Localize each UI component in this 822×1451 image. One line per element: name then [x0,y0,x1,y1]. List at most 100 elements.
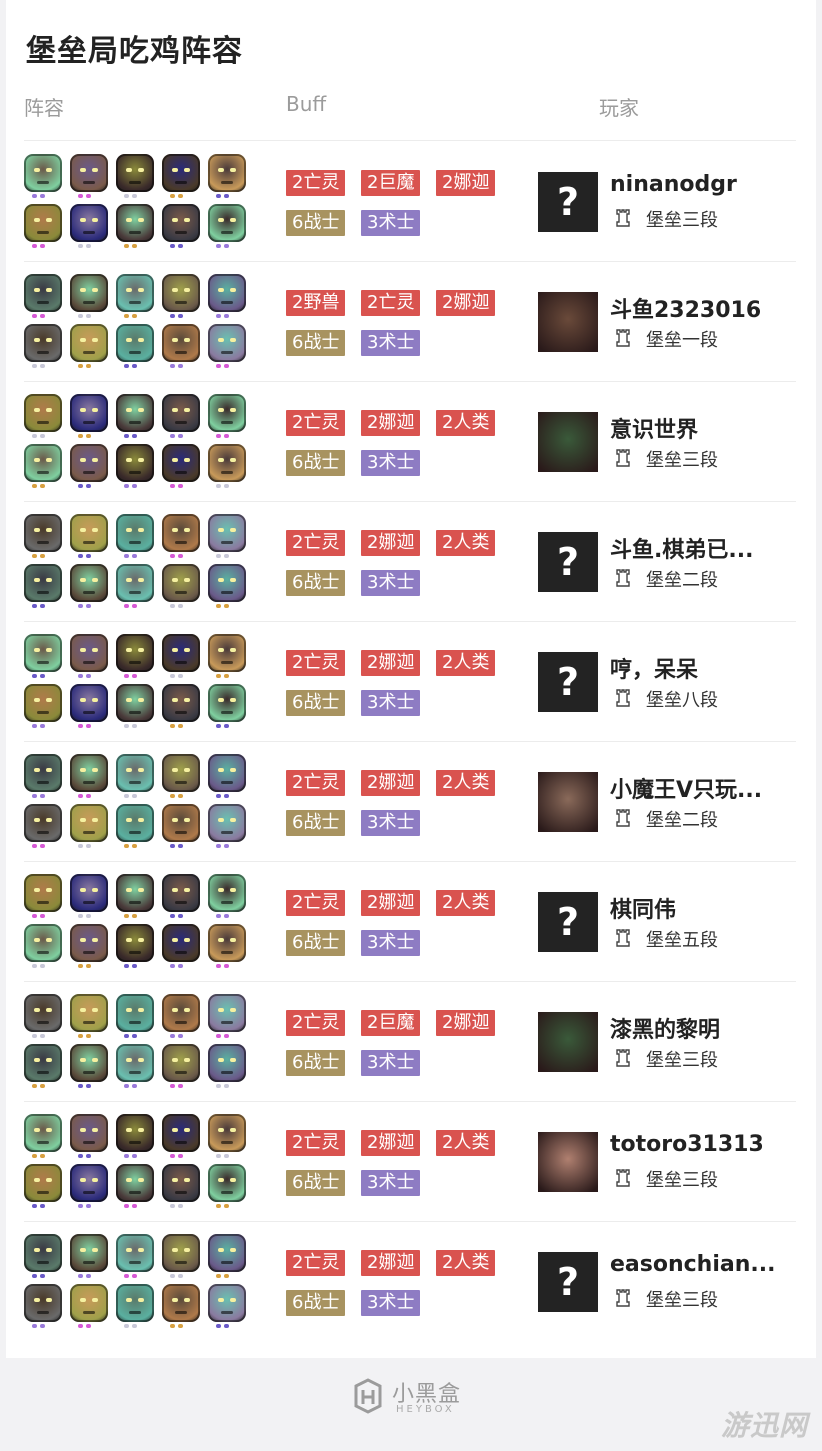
hero-icon [208,754,246,792]
hero-star-dots [78,244,91,248]
hero-icon [162,514,200,552]
player-avatar[interactable]: ? [538,532,598,592]
rook-rank-icon [616,1289,630,1307]
lineup-row[interactable]: 2亡灵 2娜迦 2人类 6战士 3术士? 哼，呆呆 堡垒八段 [6,622,816,742]
hero-star-dots [78,794,91,798]
hero-star-dots [170,314,183,318]
player-name[interactable]: 哼，呆呆 [610,652,698,684]
player-avatar[interactable] [538,292,598,352]
player-name[interactable]: 斗鱼2323016 [610,292,761,324]
lineup-row[interactable]: 2亡灵 2娜迦 2人类 6战士 3术士? 棋同伟 堡垒五段 [6,862,816,982]
player-avatar[interactable] [538,772,598,832]
player-rank: 堡垒三段 [646,450,718,471]
hero-icon [208,274,246,312]
hero-icon [116,874,154,912]
hero-star-dots [32,794,45,798]
hero-star-dots [170,844,183,848]
hero-icon [162,634,200,672]
hero-icon [24,444,62,482]
lineup-row[interactable]: 2亡灵 2娜迦 2人类 6战士 3术士? easonchian... 堡垒三段 [6,1222,816,1342]
lineup-row[interactable]: 2野兽 2亡灵 2娜迦 6战士 3术士 斗鱼2323016 堡垒一段 [6,262,816,382]
hero-icon [162,1114,200,1152]
buff-tag: 2亡灵 [286,410,346,436]
player-name[interactable]: totoro31313 [610,1132,764,1157]
hero-star-dots [78,914,91,918]
column-header-lineup: 阵容 [24,96,64,120]
lineup-row[interactable]: 2亡灵 2巨魔 2娜迦 6战士 3术士? ninanodgr 堡垒三段 [6,142,816,262]
hero-icon [24,1164,62,1202]
hero-star-dots [32,434,45,438]
hero-icon [24,874,62,912]
hero-star-dots [124,1324,137,1328]
hero-star-dots [170,1274,183,1278]
hero-star-dots [216,1034,229,1038]
player-avatar[interactable] [538,412,598,472]
hero-icon [24,804,62,842]
hero-star-dots [32,484,45,488]
hero-icon [70,514,108,552]
buff-tag: 2巨魔 [361,1010,421,1036]
hero-icon [208,394,246,432]
hero-star-dots [124,604,137,608]
player-name[interactable]: ninanodgr [610,172,737,197]
hero-icon [162,754,200,792]
lineup-row[interactable]: 2亡灵 2巨魔 2娜迦 6战士 3术士 漆黑的黎明 堡垒三段 [6,982,816,1102]
buff-tag: 6战士 [286,1170,346,1196]
buff-tag: 2人类 [436,410,496,436]
hero-star-dots [78,1324,91,1328]
player-avatar[interactable] [538,1132,598,1192]
hero-icon [24,324,62,362]
player-avatar[interactable]: ? [538,172,598,232]
hero-star-dots [124,194,137,198]
hero-icon [24,1044,62,1082]
hero-icon [70,394,108,432]
hero-lineup [22,874,252,974]
hero-icon [208,1114,246,1152]
hero-star-dots [32,914,45,918]
player-avatar[interactable] [538,1012,598,1072]
hero-icon [162,564,200,602]
hero-icon [208,634,246,672]
buff-tag: 2亡灵 [286,770,346,796]
buff-tag: 3术士 [361,810,421,836]
player-name[interactable]: 小魔王V只玩... [610,772,762,804]
hero-star-dots [216,554,229,558]
buff-tag: 2娜迦 [436,290,496,316]
hero-star-dots [32,314,45,318]
hero-icon [162,154,200,192]
rook-rank-icon [616,1049,630,1067]
hero-star-dots [170,674,183,678]
lineup-row[interactable]: 2亡灵 2娜迦 2人类 6战士 3术士 totoro31313 堡垒三段 [6,1102,816,1222]
hero-icon [162,1284,200,1322]
lineup-row[interactable]: 2亡灵 2娜迦 2人类 6战士 3术士 意识世界 堡垒三段 [6,382,816,502]
player-name[interactable]: 棋同伟 [610,892,676,924]
hero-star-dots [170,794,183,798]
player-avatar[interactable]: ? [538,1252,598,1312]
hero-star-dots [124,434,137,438]
hero-star-dots [170,1324,183,1328]
player-name[interactable]: easonchian... [610,1252,775,1277]
player-avatar[interactable]: ? [538,652,598,712]
player-name[interactable]: 意识世界 [610,412,698,444]
buff-tag: 6战士 [286,810,346,836]
hero-icon [116,1284,154,1322]
hero-lineup [22,634,252,734]
buff-tag: 6战士 [286,1050,346,1076]
buff-tag: 3术士 [361,330,421,356]
hero-icon [116,1234,154,1272]
hero-star-dots [32,604,45,608]
player-name[interactable]: 漆黑的黎明 [610,1012,720,1044]
lineup-row[interactable]: 2亡灵 2娜迦 2人类 6战士 3术士 小魔王V只玩... 堡垒二段 [6,742,816,862]
player-avatar[interactable]: ? [538,892,598,952]
hero-star-dots [216,724,229,728]
buff-tag: 2人类 [436,650,496,676]
hero-star-dots [32,554,45,558]
hero-icon [116,1164,154,1202]
buff-tag: 2娜迦 [361,650,421,676]
hero-icon [24,394,62,432]
lineup-row[interactable]: 2亡灵 2娜迦 2人类 6战士 3术士? 斗鱼.棋弟已... 堡垒二段 [6,502,816,622]
hero-star-dots [216,604,229,608]
hero-star-dots [170,1084,183,1088]
player-rank: 堡垒五段 [646,930,718,951]
player-name[interactable]: 斗鱼.棋弟已... [610,532,753,564]
